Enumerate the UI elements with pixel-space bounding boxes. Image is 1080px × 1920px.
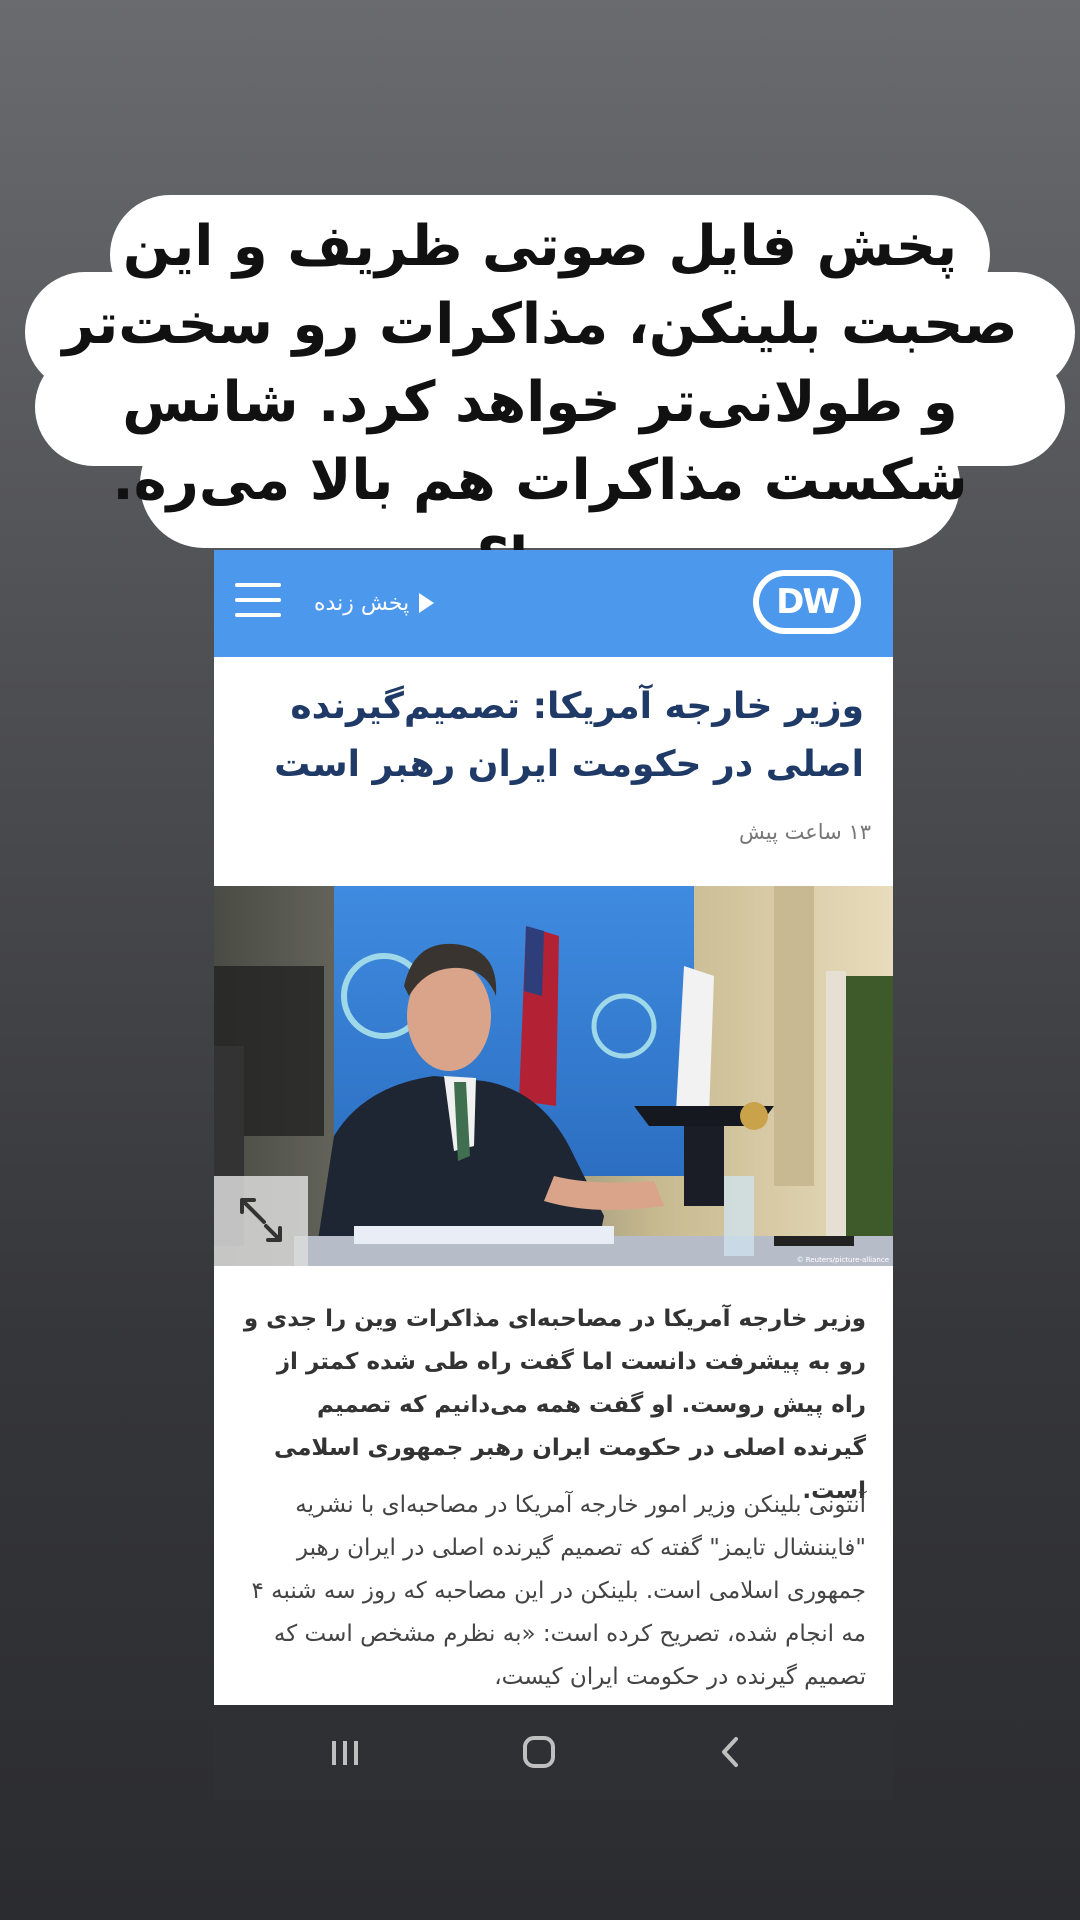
live-stream-button[interactable]: پخش زنده xyxy=(314,586,435,620)
back-icon[interactable] xyxy=(706,1727,756,1777)
article-headline: وزیر خارجه آمریکا: تصمیم‌گیرنده اصلی در … xyxy=(274,686,864,785)
home-icon[interactable] xyxy=(514,1727,564,1777)
article-screenshot: پخش زنده DW وزیر خارجه آمریکا: تصمیم‌گیر… xyxy=(214,550,893,1705)
caption-text: پخش فایل صوتی ظریف و این صحبت بلینکن، مذ… xyxy=(62,214,1018,591)
photo-illustration xyxy=(214,886,893,1266)
article-timestamp: ۱۳ ساعت پیش xyxy=(738,820,871,844)
recents-icon[interactable] xyxy=(320,1727,370,1777)
hamburger-menu-icon[interactable] xyxy=(235,583,281,619)
logo-text: DW xyxy=(776,582,840,622)
expand-icon xyxy=(240,1198,282,1242)
photo-credit: © Reuters/picture-alliance xyxy=(796,1256,889,1264)
article-lead: وزیر خارجه آمریکا در مصاحبه‌ای مذاکرات و… xyxy=(243,1306,866,1504)
article-photo[interactable]: © Reuters/picture-alliance xyxy=(214,886,893,1266)
system-navigation-bar xyxy=(214,1705,893,1800)
story-caption: پخش فایل صوتی ظریف و این صحبت بلینکن، مذ… xyxy=(0,0,1080,591)
expand-image-button[interactable] xyxy=(214,1176,308,1266)
article-body: آنتونی بلینکن وزیر امور خارجه آمریکا در … xyxy=(251,1492,866,1690)
app-header: پخش زنده DW xyxy=(214,550,893,657)
play-icon xyxy=(419,593,435,613)
live-stream-label: پخش زنده xyxy=(314,590,410,616)
dw-logo[interactable]: DW xyxy=(753,570,861,634)
